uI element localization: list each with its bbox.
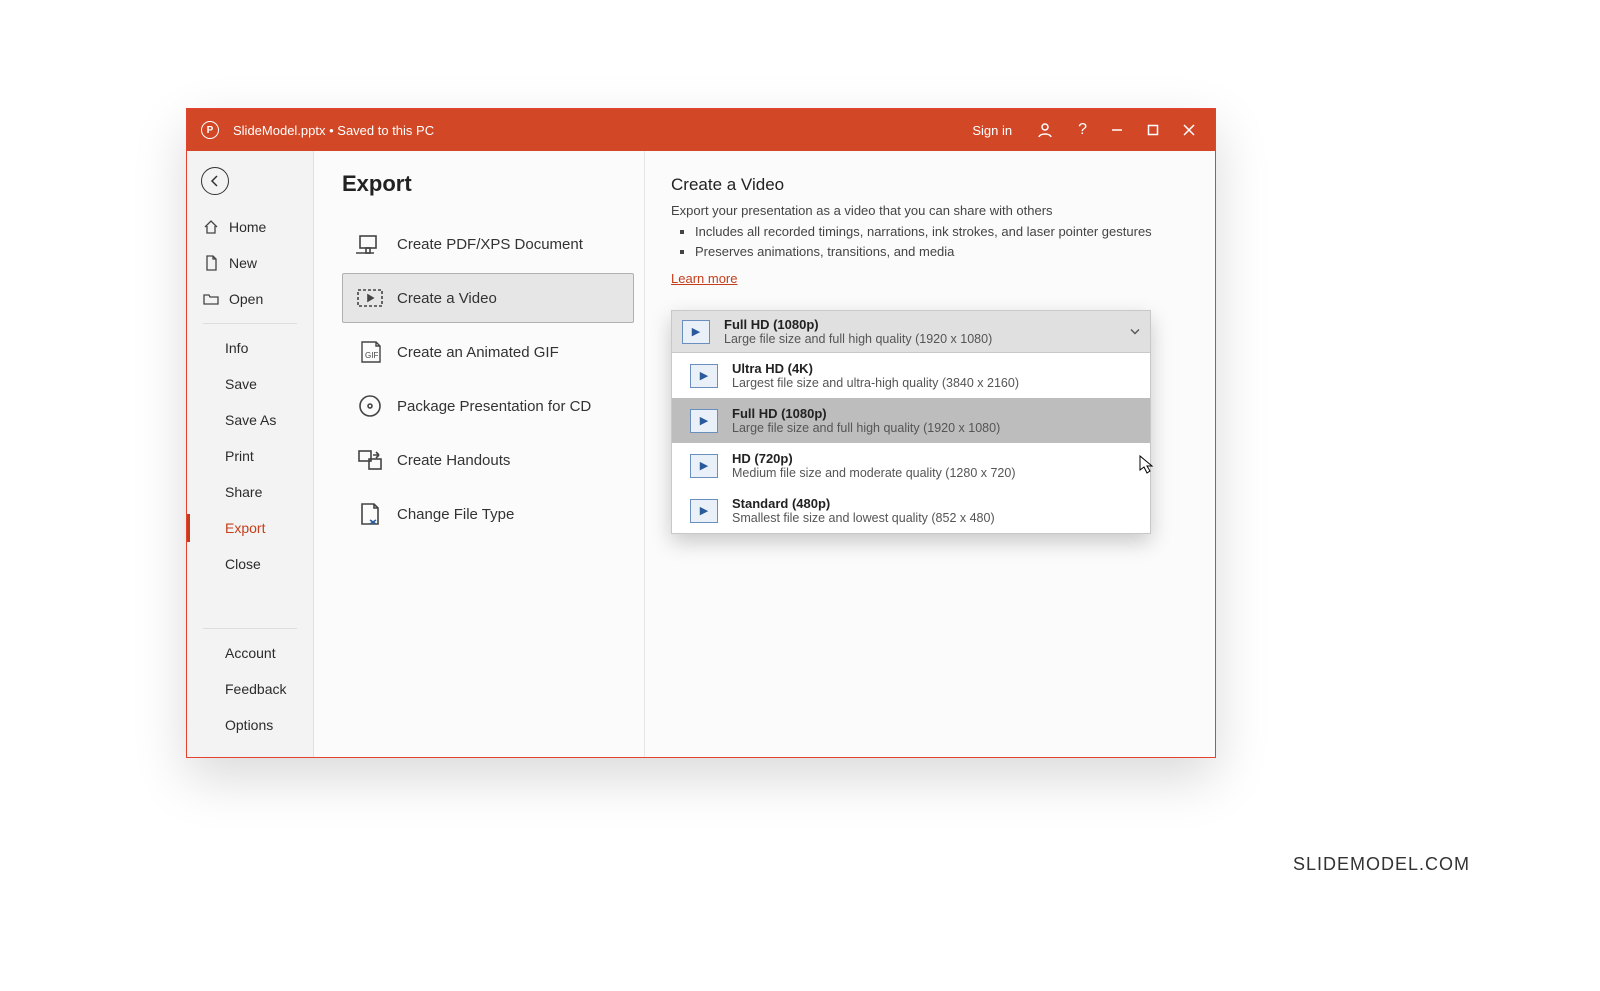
dropdown-option-title: Standard (480p)	[732, 496, 995, 511]
sidebar-options[interactable]: Options	[187, 707, 313, 743]
export-option-label: Change File Type	[397, 506, 514, 523]
export-option-cd[interactable]: Package Presentation for CD	[342, 381, 634, 431]
resolution-icon: ▶	[690, 364, 718, 388]
resolution-icon: ▶	[690, 409, 718, 433]
dropdown-option-desc: Smallest file size and lowest quality (8…	[732, 511, 995, 525]
minimize-button[interactable]	[1099, 109, 1135, 151]
dropdown-selected-desc: Large file size and full high quality (1…	[724, 332, 992, 346]
powerpoint-icon: P	[201, 121, 219, 139]
sign-in-button[interactable]: Sign in	[960, 109, 1024, 151]
watermark: SLIDEMODEL.COM	[1293, 854, 1470, 875]
resolution-icon: ▶	[682, 320, 710, 344]
dropdown-selected-title: Full HD (1080p)	[724, 317, 992, 332]
video-icon	[353, 284, 387, 312]
page-title: Export	[342, 171, 634, 197]
account-icon[interactable]	[1024, 109, 1066, 151]
resolution-icon: ▶	[690, 454, 718, 478]
filetype-icon	[353, 500, 387, 528]
sidebar-export[interactable]: Export	[187, 510, 313, 546]
dropdown-option-title: Ultra HD (4K)	[732, 361, 1019, 376]
sidebar-share[interactable]: Share	[187, 474, 313, 510]
export-option-label: Create a Video	[397, 290, 497, 307]
handouts-icon	[353, 446, 387, 474]
sidebar-home[interactable]: Home	[187, 209, 313, 245]
sidebar-account[interactable]: Account	[187, 635, 313, 671]
export-detail-column: Create a Video Export your presentation …	[644, 151, 1215, 757]
help-icon[interactable]: ?	[1066, 109, 1099, 151]
gif-icon: GIF	[353, 338, 387, 366]
dropdown-option-480p[interactable]: ▶ Standard (480p) Smallest file size and…	[672, 488, 1150, 533]
export-option-label: Create Handouts	[397, 452, 510, 469]
sidebar-info[interactable]: Info	[187, 330, 313, 366]
detail-bullet: Includes all recorded timings, narration…	[695, 222, 1193, 242]
dropdown-option-desc: Medium file size and moderate quality (1…	[732, 466, 1015, 480]
sidebar-label: New	[229, 255, 257, 271]
sidebar-label: Home	[229, 219, 266, 235]
chevron-down-icon	[1130, 324, 1140, 339]
sidebar-feedback[interactable]: Feedback	[187, 671, 313, 707]
dropdown-option-desc: Large file size and full high quality (1…	[732, 421, 1000, 435]
titlebar: P SlideModel.pptx • Saved to this PC Sig…	[187, 109, 1215, 151]
export-option-gif[interactable]: GIF Create an Animated GIF	[342, 327, 634, 377]
dropdown-option-720p[interactable]: ▶ HD (720p) Medium file size and moderat…	[672, 443, 1150, 488]
export-option-label: Create an Animated GIF	[397, 344, 559, 361]
detail-heading: Create a Video	[671, 175, 1193, 195]
export-option-pdf[interactable]: Create PDF/XPS Document	[342, 219, 634, 269]
export-option-label: Create PDF/XPS Document	[397, 236, 583, 253]
export-option-video[interactable]: Create a Video	[342, 273, 634, 323]
export-option-label: Package Presentation for CD	[397, 398, 591, 415]
app-window: P SlideModel.pptx • Saved to this PC Sig…	[186, 108, 1216, 758]
detail-subtext: Export your presentation as a video that…	[671, 203, 1193, 218]
cd-icon	[353, 392, 387, 420]
svg-text:GIF: GIF	[365, 351, 378, 360]
sidebar-print[interactable]: Print	[187, 438, 313, 474]
resolution-icon: ▶	[690, 499, 718, 523]
sidebar-save[interactable]: Save	[187, 366, 313, 402]
export-option-handouts[interactable]: Create Handouts	[342, 435, 634, 485]
backstage-sidebar: Home New Open Info Save Save As Print Sh…	[187, 151, 314, 757]
export-options-column: Export Create PDF/XPS Document Create a …	[314, 151, 644, 757]
close-button[interactable]	[1171, 109, 1207, 151]
sidebar-save-as[interactable]: Save As	[187, 402, 313, 438]
sidebar-close[interactable]: Close	[187, 546, 313, 582]
document-title: SlideModel.pptx • Saved to this PC	[233, 123, 434, 138]
back-button[interactable]	[201, 167, 229, 195]
dropdown-option-4k[interactable]: ▶ Ultra HD (4K) Largest file size and ul…	[672, 353, 1150, 398]
sidebar-label: Open	[229, 291, 263, 307]
sidebar-open[interactable]: Open	[187, 281, 313, 317]
detail-bullets: Includes all recorded timings, narration…	[671, 222, 1193, 261]
pdf-icon	[353, 230, 387, 258]
dropdown-option-title: HD (720p)	[732, 451, 1015, 466]
detail-bullet: Preserves animations, transitions, and m…	[695, 242, 1193, 262]
sidebar-new[interactable]: New	[187, 245, 313, 281]
dropdown-option-title: Full HD (1080p)	[732, 406, 1000, 421]
dropdown-option-desc: Largest file size and ultra-high quality…	[732, 376, 1019, 390]
export-option-filetype[interactable]: Change File Type	[342, 489, 634, 539]
dropdown-option-1080p[interactable]: ▶ Full HD (1080p) Large file size and fu…	[672, 398, 1150, 443]
dropdown-selected[interactable]: ▶ Full HD (1080p) Large file size and fu…	[672, 311, 1150, 353]
video-quality-dropdown: ▶ Full HD (1080p) Large file size and fu…	[671, 310, 1151, 534]
learn-more-link[interactable]: Learn more	[671, 271, 737, 286]
maximize-button[interactable]	[1135, 109, 1171, 151]
